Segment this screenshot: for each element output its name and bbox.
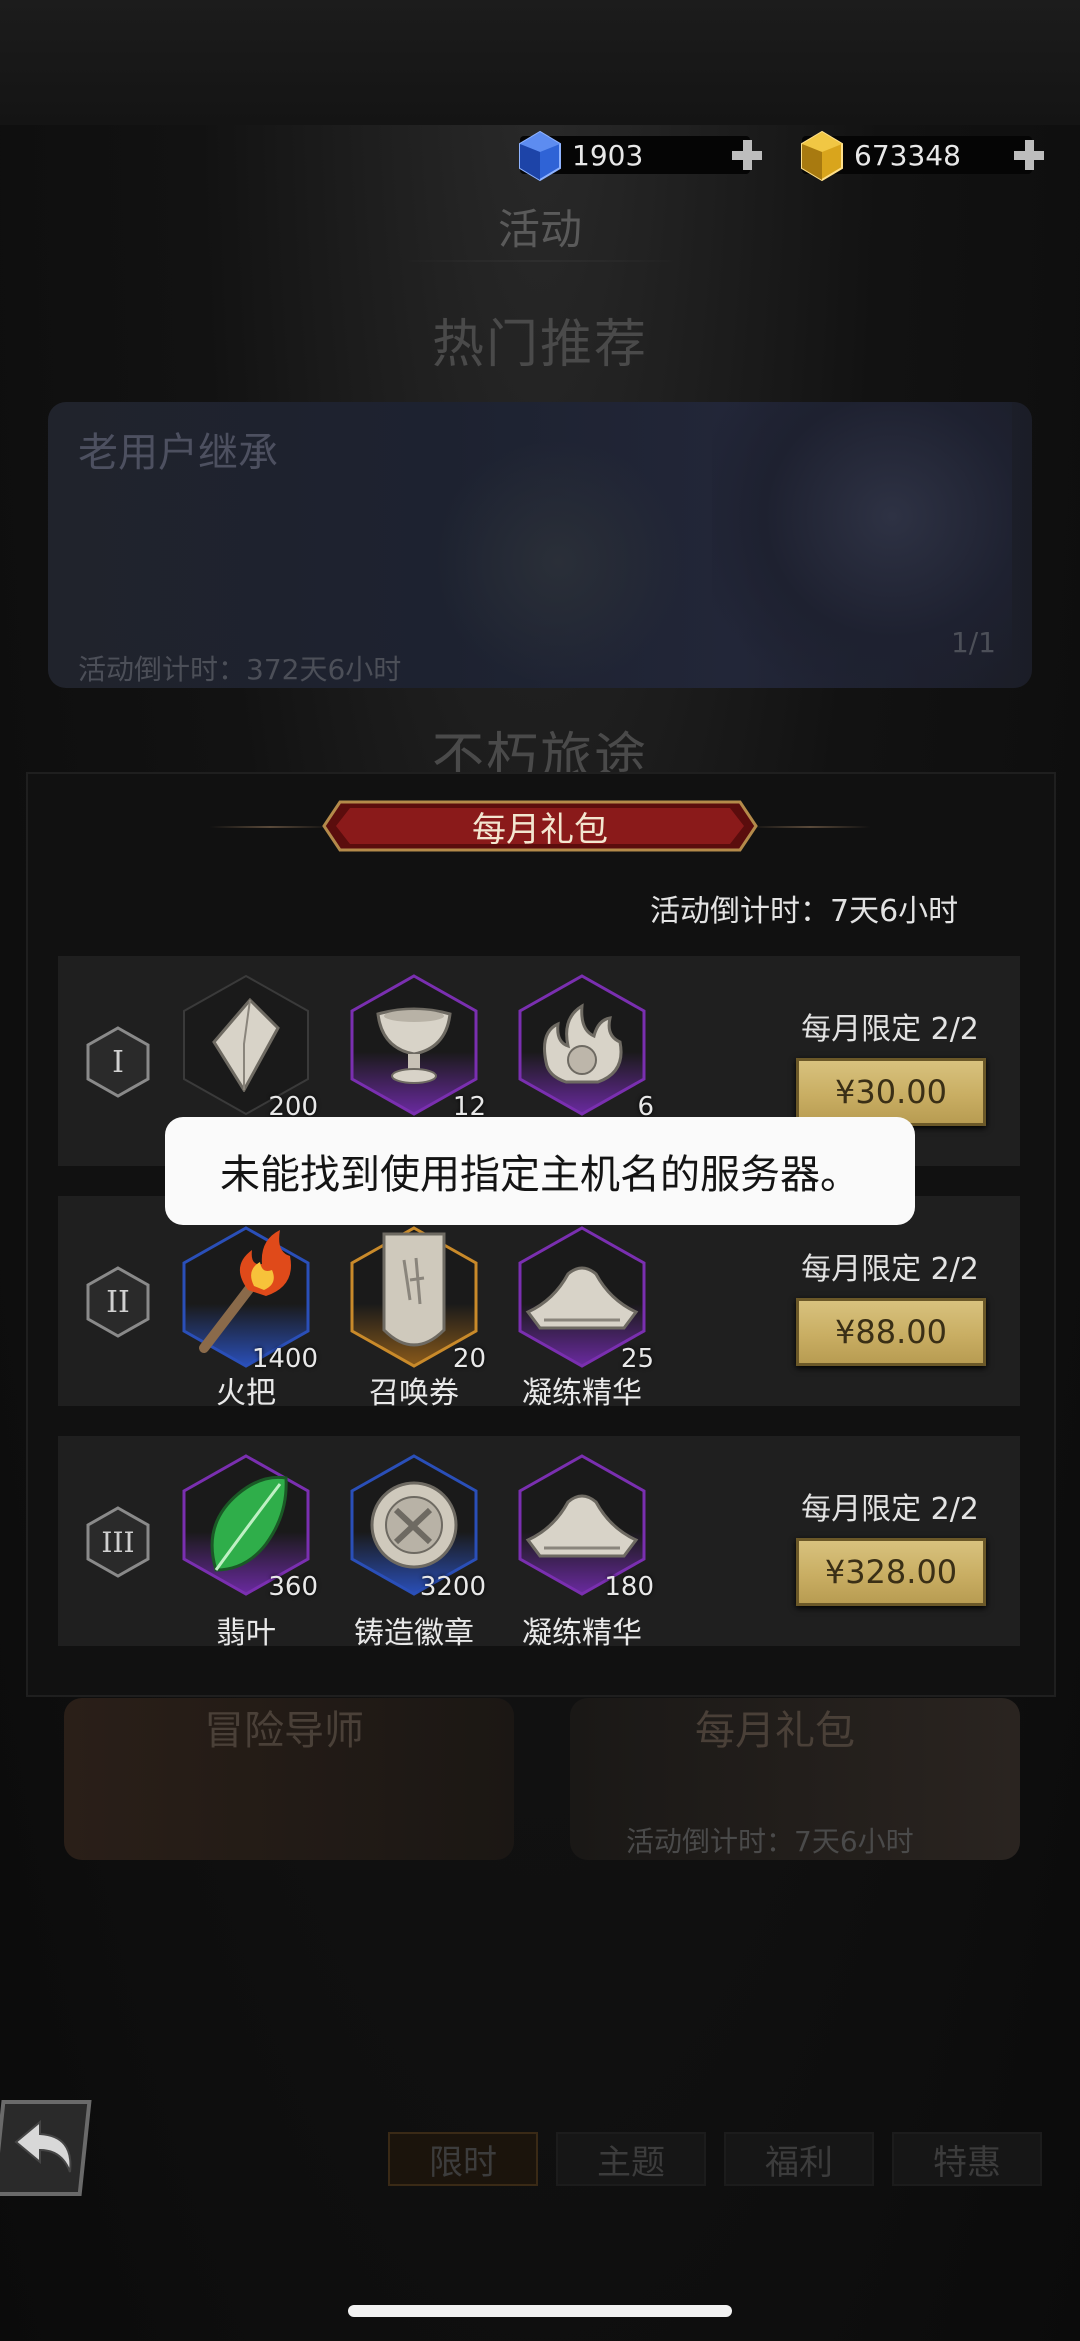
inheritance-banner[interactable]: 老用户继承 活动倒计时：372天6小时 1/1 [48,402,1032,688]
blue-gem-icon [519,130,561,182]
torch-icon [199,1230,291,1353]
hot-section-title: 热门推荐 [431,315,648,375]
mentor-card-title: 冒险导师 [204,1708,364,1754]
item-name: 召唤券 [369,1376,459,1411]
banner-page-indicator: 1/1 [950,626,996,659]
flame-orb-icon [543,1003,623,1084]
item-qty: 3200 [419,1572,486,1602]
gold-gem-icon [801,130,843,182]
monthly-pack-card[interactable]: 每月礼包 活动倒计时：7天6小时 [570,1698,1020,1860]
modal-title-banner: 每月礼包 [320,798,760,854]
item-name: 铸造徽章 [354,1616,474,1651]
monthly-pack-card-countdown: 活动倒计时：7天6小时 [626,1825,914,1858]
item-name: 凝练精华 [522,1616,642,1651]
tier-2-badge: II [86,1266,150,1338]
top-bar [0,0,1080,125]
tab-welfare[interactable]: 福利 [724,2132,874,2186]
modal-title: 每月礼包 [472,810,608,850]
gold-currency: 673348 [801,130,1044,182]
gem-count: 1903 [572,138,644,172]
add-gold-button[interactable] [1010,136,1048,174]
banner-countdown: 活动倒计时：372天6小时 [78,653,402,686]
item-qty: 360 [268,1572,318,1602]
title-divider [400,260,680,262]
svg-text:II: II [106,1285,130,1320]
essence-icon [525,1266,639,1330]
banner-title: 老用户继承 [78,430,278,476]
essence-icon [525,1494,639,1558]
forge-badge-icon [370,1481,458,1569]
pack-item[interactable]: 200 [180,974,318,1122]
banner-art [428,442,688,682]
pack-item-forge-badge[interactable]: 3200 [348,1454,486,1602]
buy-button-88[interactable]: ¥88.00 [796,1298,986,1366]
modal-countdown: 活动倒计时：7天6小时 [650,894,959,929]
pack-item-essence[interactable]: 180 [516,1454,654,1602]
back-button[interactable] [0,2096,96,2200]
chalice-icon [376,1007,452,1084]
pack-item[interactable]: 12 [348,974,486,1122]
purchase-limit: 每月限定 2/2 [801,1252,979,1287]
tab-limited[interactable]: 限时 [388,2132,538,2186]
buy-button-328[interactable]: ¥328.00 [796,1538,986,1606]
tier-3-badge: III [86,1506,150,1578]
pack-item-summon-ticket[interactable]: 20 [348,1226,486,1374]
tab-special-offer[interactable]: 特惠 [892,2132,1042,2186]
purchase-limit: 每月限定 2/2 [801,1492,979,1527]
crystal-icon [212,998,280,1092]
item-qty: 180 [604,1572,654,1602]
buy-button-30[interactable]: ¥30.00 [796,1058,986,1126]
pack-item-torch[interactable]: 1400 [180,1226,318,1374]
item-name: 火把 [216,1376,276,1411]
add-gems-button[interactable] [728,136,766,174]
error-toast: 未能找到使用指定主机名的服务器。 [165,1117,915,1225]
gold-count: 673348 [854,138,961,172]
svg-text:I: I [112,1045,124,1080]
tier-1-badge: I [86,1026,150,1098]
header-line-right [750,826,870,828]
tab-theme[interactable]: 主题 [556,2132,706,2186]
pack-item[interactable]: 6 [516,974,654,1122]
leaf-icon [210,1475,288,1572]
header-line-left [210,826,330,828]
page-title: 活动 [497,205,582,254]
summon-ticket-icon [382,1232,446,1347]
svg-text:III: III [101,1526,134,1559]
pack-item-leaf[interactable]: 360 [180,1454,318,1602]
mentor-card[interactable]: 冒险导师 [64,1698,514,1860]
purchase-limit: 每月限定 2/2 [801,1012,979,1047]
gem-currency: 1903 [519,130,762,182]
item-name: 翡叶 [216,1616,276,1651]
monthly-pack-card-title: 每月礼包 [695,1708,855,1754]
home-indicator[interactable] [348,2305,732,2317]
item-name: 凝练精华 [522,1376,642,1411]
pack-item-essence[interactable]: 25 [516,1226,654,1374]
